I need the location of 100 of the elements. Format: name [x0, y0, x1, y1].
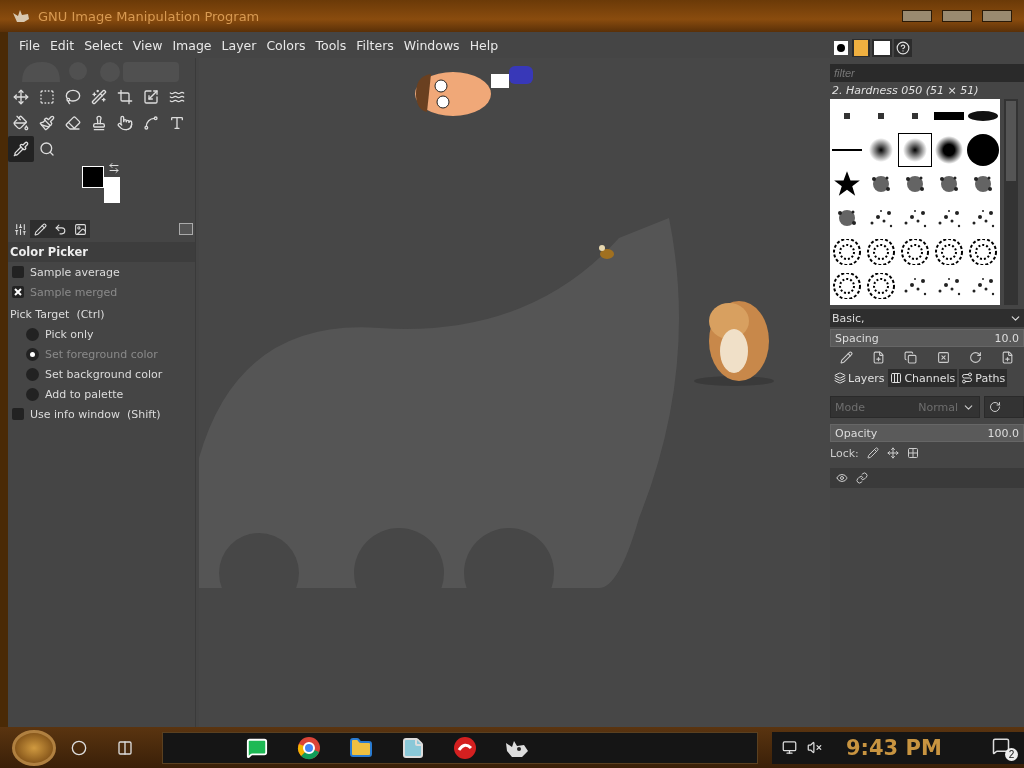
- notifications-button[interactable]: 2: [990, 734, 1018, 761]
- option-label: Sample average: [30, 265, 120, 279]
- menu-item[interactable]: Windows: [398, 37, 465, 53]
- checkbox[interactable]: [12, 266, 24, 278]
- background-color-swatch[interactable]: [104, 177, 120, 203]
- brush-preview-icon: [967, 134, 999, 166]
- radio-button[interactable]: [26, 347, 39, 361]
- brush-tab-icon: [834, 41, 848, 55]
- menu-item[interactable]: Filters: [351, 37, 399, 53]
- brush-preview-icon: [869, 173, 893, 195]
- lock-position-icon[interactable]: [886, 447, 899, 459]
- brush-preview-icon: [844, 113, 850, 119]
- start-button[interactable]: [12, 729, 56, 766]
- note-icon: [401, 735, 425, 760]
- brush-preview-icon: [868, 207, 894, 229]
- menu-item[interactable]: Help: [464, 37, 504, 53]
- brush-preview-icon: [869, 138, 893, 162]
- dock-tab[interactable]: [852, 39, 870, 57]
- pencil-icon: [33, 222, 47, 236]
- composite-dropdown[interactable]: [984, 396, 1024, 418]
- zoom-icon: [39, 141, 55, 157]
- undo-icon: [53, 222, 67, 236]
- menu-item[interactable]: Layer: [216, 37, 262, 53]
- menu-item[interactable]: File: [14, 37, 45, 53]
- minimize-button[interactable]: [902, 10, 932, 22]
- tool-button[interactable]: [8, 136, 34, 162]
- visibility-icon: [836, 472, 848, 484]
- brush-item[interactable]: [898, 133, 932, 167]
- maximize-button[interactable]: [942, 10, 972, 22]
- stamp-icon: [91, 115, 107, 131]
- duplicate-brush-button[interactable]: [904, 351, 918, 364]
- muted-speaker-icon[interactable]: [807, 740, 822, 755]
- new-brush-button[interactable]: [872, 351, 885, 364]
- brush-preview-icon: [867, 273, 895, 299]
- refresh-button[interactable]: [968, 351, 982, 364]
- radio-button[interactable]: [26, 387, 39, 401]
- rectangle-select-icon: [39, 89, 55, 105]
- option-label: Use info window (Shift): [30, 407, 161, 421]
- checkbox[interactable]: [12, 408, 24, 420]
- radio-button[interactable]: [26, 327, 39, 341]
- menu-item[interactable]: Colors: [261, 37, 311, 53]
- brush-item[interactable]: [932, 133, 966, 167]
- opacity-slider[interactable]: Opacity 100.0: [830, 424, 1024, 442]
- delete-brush-button[interactable]: [936, 351, 950, 364]
- dock-tab[interactable]: Layers: [832, 369, 887, 387]
- pipette-icon: [13, 141, 29, 157]
- dock-tab[interactable]: Paths: [959, 369, 1008, 387]
- chat-icon: [246, 736, 268, 759]
- circle-icon: [71, 739, 87, 756]
- brush-item[interactable]: [966, 133, 1000, 167]
- layers-icon: [834, 372, 846, 384]
- scrollbar[interactable]: [1004, 99, 1018, 305]
- dock-tab[interactable]: Channels: [888, 369, 958, 387]
- dock-tab[interactable]: [832, 39, 850, 57]
- menu-item[interactable]: Image: [167, 37, 217, 53]
- brush-preview-icon: [903, 138, 927, 162]
- brush-preview-icon: [937, 173, 961, 195]
- lock-alpha-icon[interactable]: [906, 447, 919, 459]
- transform-icon: [143, 89, 159, 105]
- menu-item[interactable]: Tools: [310, 37, 352, 53]
- dock-tab[interactable]: [872, 39, 892, 57]
- notification-count: 2: [1005, 747, 1018, 761]
- spacing-slider[interactable]: Spacing 10.0: [830, 329, 1024, 347]
- brush-preview-icon: [833, 273, 861, 299]
- channels-icon: [890, 372, 903, 384]
- menu-item[interactable]: Select: [79, 37, 128, 53]
- menu-item[interactable]: View: [127, 37, 168, 53]
- magic-wand-icon: [91, 89, 107, 105]
- window-title: GNU Image Manipulation Program: [38, 8, 260, 24]
- lock-pixels-icon[interactable]: [866, 447, 879, 459]
- option-label: Add to palette: [45, 387, 124, 401]
- option-label: Pick only: [45, 327, 94, 341]
- tool-options-title: Color Picker: [8, 242, 195, 262]
- network-icon[interactable]: [782, 740, 797, 755]
- dock-tab[interactable]: [30, 220, 50, 238]
- brush-preview-icon: [968, 111, 998, 121]
- dock-tab[interactable]: [894, 39, 912, 57]
- wave-icon: [169, 89, 185, 105]
- brush-preview-icon: [833, 239, 861, 265]
- clock[interactable]: 9:43 PM: [846, 735, 942, 760]
- preset-dropdown[interactable]: Basic,: [830, 309, 1024, 327]
- open-as-image-button[interactable]: [1001, 351, 1015, 364]
- radio-button[interactable]: [26, 367, 39, 381]
- lock-label: Lock:: [830, 446, 859, 460]
- brush-name: 2. Hardness 050 (51 × 51): [831, 83, 980, 99]
- brush-preview-icon: [970, 207, 996, 229]
- dock-tab[interactable]: [70, 220, 90, 238]
- pointer-icon: [117, 115, 133, 131]
- foreground-color-swatch[interactable]: [82, 166, 104, 188]
- close-button[interactable]: [982, 10, 1012, 22]
- section-label: Pick Target (Ctrl): [10, 307, 105, 321]
- menu-item[interactable]: Edit: [44, 37, 80, 53]
- swap-colors-icon[interactable]: [108, 162, 120, 174]
- edit-brush-button[interactable]: [839, 351, 853, 364]
- filter-field[interactable]: filter: [830, 64, 1024, 82]
- paint-bucket-icon: [13, 115, 29, 131]
- brush-preview-icon: [902, 275, 928, 297]
- dock-menu-button[interactable]: [179, 223, 193, 235]
- brush-preview-icon: [970, 275, 996, 297]
- brush-preview-icon: [878, 113, 884, 119]
